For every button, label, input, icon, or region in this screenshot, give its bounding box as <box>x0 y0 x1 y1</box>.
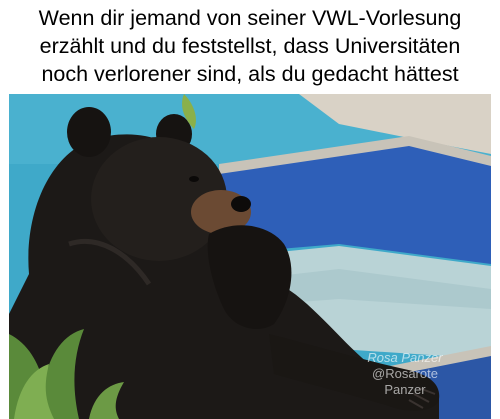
bear-nose <box>231 196 251 212</box>
caption-line-2: erzählt und du feststellst, dass Univers… <box>39 34 461 58</box>
bear-eye <box>189 176 199 182</box>
bear-ear-left <box>67 107 111 157</box>
meme-caption: Wenn dir jemand von seiner VWL-Vorlesung… <box>0 0 500 92</box>
caption-line-1: Wenn dir jemand von seiner VWL-Vorlesung <box>38 6 462 30</box>
caption-line-3: noch verlorener sind, als du gedacht hät… <box>41 62 459 86</box>
watermark-logo: Rosa Panzer <box>367 350 443 365</box>
watermark-handle: @Rosarote <box>372 366 438 381</box>
watermark: Rosa Panzer @Rosarote Panzer <box>345 350 465 419</box>
watermark-name: Panzer <box>384 382 426 397</box>
meme-photo: Rosa Panzer @Rosarote Panzer <box>9 94 491 419</box>
